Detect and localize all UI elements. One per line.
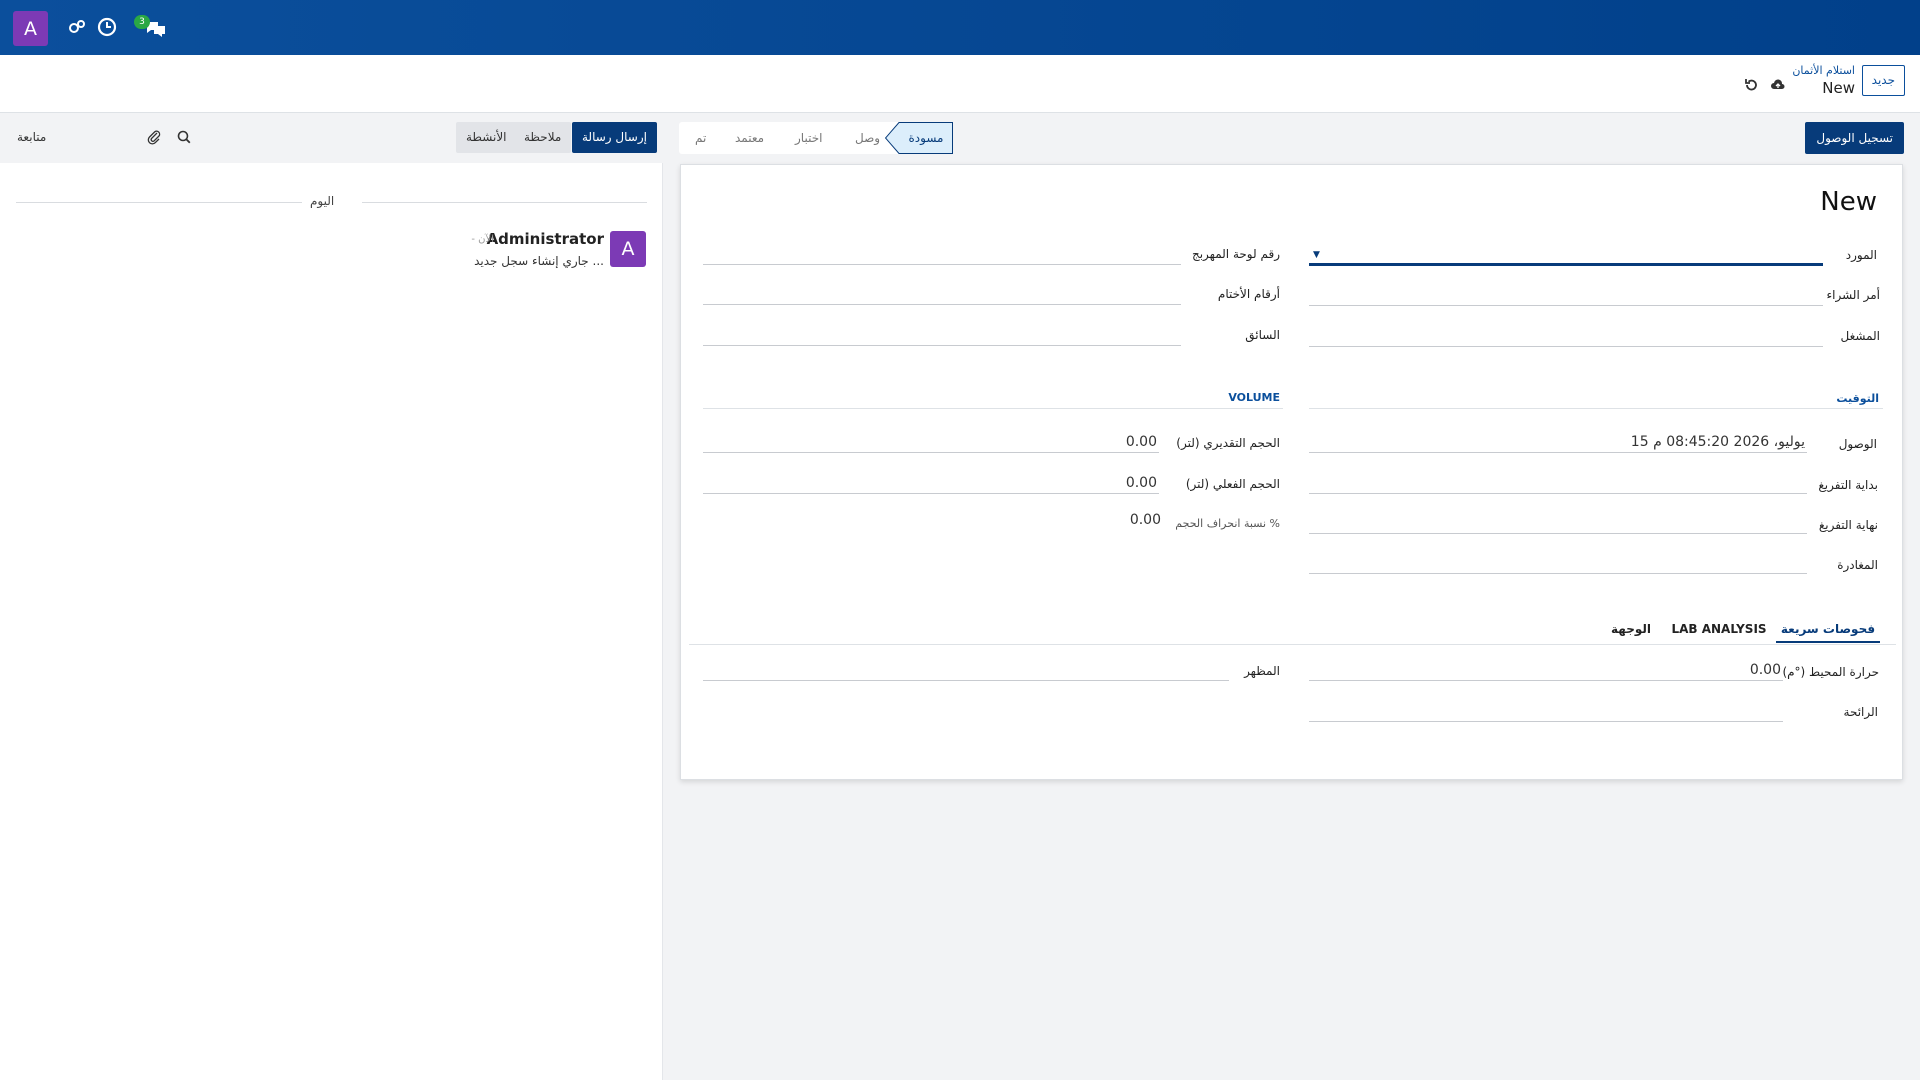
date-separator-line (16, 202, 302, 203)
tanker-plate-label: رقم لوحة المهربج (1191, 247, 1280, 261)
arrival-label: الوصول (1838, 437, 1877, 451)
date-separator-line (362, 202, 647, 203)
ambient-temperature-field[interactable]: 0.00 (1309, 659, 1783, 681)
supplier-field[interactable]: ▼ (1309, 244, 1823, 266)
departure-field[interactable] (1309, 552, 1807, 574)
actual-volume-field[interactable]: 0.00 (703, 472, 1159, 494)
discard-icon[interactable] (1743, 77, 1759, 93)
user-avatar[interactable]: A (13, 11, 48, 46)
timing-separator (1309, 408, 1883, 409)
follow-button[interactable]: متابعة (17, 130, 46, 144)
supplier-label: المورد (1845, 248, 1877, 262)
tabs-separator (689, 644, 1896, 645)
stage-arrived[interactable]: وصل (855, 122, 880, 154)
purchase-order-field[interactable] (1309, 284, 1823, 306)
volume-deviation-label: نسبة انحراف الحجم % (1175, 517, 1280, 530)
smell-label: الرائحة (1843, 705, 1878, 719)
message-timestamp: - الآن (471, 234, 494, 245)
stage-draft-label: مسودة (908, 131, 944, 145)
actual-volume-label: الحجم الفعلي (لتر) (1185, 477, 1280, 491)
chatter-topbar: إرسال رسالة ملاحظة الأنشطة متابعة (0, 113, 663, 163)
volume-deviation-value: 0.00 (1129, 512, 1161, 528)
status-bar: تم معتمد اختبار وصل مسودة (679, 122, 953, 154)
smell-field[interactable] (1309, 700, 1783, 722)
stage-approved[interactable]: معتمد (735, 122, 764, 154)
volume-section-title: VOLUME (1228, 391, 1280, 404)
clock-icon[interactable] (96, 16, 118, 38)
chatter-panel: إرسال رسالة ملاحظة الأنشطة متابعة اليوم … (0, 113, 663, 1080)
message-body: جاري إنشاء سجل جديد ... (474, 254, 604, 268)
tab-lab-analysis[interactable]: LAB ANALYSIS (1663, 615, 1775, 643)
form-sheet: New المورد ▼ أمر الشراء المشغل رقم لوحة … (680, 164, 1903, 780)
breadcrumb-current: New (1822, 79, 1855, 97)
check-in-button[interactable]: تسجيل الوصول (1805, 122, 1904, 154)
operator-label: المشغل (1840, 329, 1880, 343)
seal-numbers-field[interactable] (703, 283, 1181, 305)
appearance-label: المظهر (1244, 664, 1280, 678)
unload-start-field[interactable] (1309, 472, 1807, 494)
tab-destination[interactable]: الوجهة (1601, 615, 1661, 643)
stage-done[interactable]: تم (695, 122, 706, 154)
estimated-volume-label: الحجم التقديري (لتر) (1176, 436, 1280, 450)
timing-section-title: التوقيت (1836, 392, 1879, 405)
messages-count-badge: 3 (134, 15, 150, 29)
save-cloud-icon[interactable] (1770, 77, 1786, 93)
debug-icon[interactable] (66, 16, 88, 38)
appearance-field[interactable] (703, 659, 1229, 681)
log-note-button[interactable]: ملاحظة (514, 122, 572, 153)
operator-field[interactable] (1309, 325, 1823, 347)
volume-separator (703, 408, 1283, 409)
stage-testing[interactable]: اختبار (795, 122, 822, 154)
unload-end-field[interactable] (1309, 512, 1807, 534)
seal-numbers-label: أرقام الأختام (1217, 287, 1280, 301)
message-author[interactable]: Administrator (487, 230, 604, 248)
unload-end-label: نهاية التفريغ (1818, 518, 1878, 532)
tab-quick-checks[interactable]: فحوصات سريعة (1776, 615, 1880, 643)
arrival-field[interactable]: 15 يوليو، 2026 08:45:20 م (1309, 431, 1807, 453)
send-message-button[interactable]: إرسال رسالة (572, 122, 657, 153)
driver-label: السائق (1245, 328, 1280, 342)
purchase-order-label: أمر الشراء (1826, 288, 1881, 302)
activities-button[interactable]: الأنشطة (456, 122, 517, 153)
driver-field[interactable] (703, 324, 1181, 346)
estimated-volume-field[interactable]: 0.00 (703, 431, 1159, 453)
ambient-temperature-label: حرارة المحيط (°م) (1782, 665, 1879, 679)
dropdown-caret-icon[interactable]: ▼ (1313, 244, 1320, 266)
departure-label: المغادرة (1837, 558, 1878, 572)
date-separator-label: اليوم (310, 194, 335, 208)
top-navbar: A 3 (0, 0, 1920, 55)
new-button[interactable]: جديد (1861, 65, 1905, 96)
breadcrumb-parent[interactable]: استلام الأثمان (1792, 64, 1855, 77)
message-author-avatar[interactable]: A (610, 231, 646, 267)
search-icon[interactable] (176, 129, 192, 145)
control-panel: جديد استلام الأثمان New (0, 55, 1920, 113)
tanker-plate-field[interactable] (703, 243, 1181, 265)
paperclip-icon[interactable] (146, 129, 162, 145)
record-title: New (1820, 187, 1877, 217)
unload-start-label: بداية التفريغ (1818, 478, 1878, 492)
stage-draft-active[interactable]: مسودة (885, 122, 953, 154)
